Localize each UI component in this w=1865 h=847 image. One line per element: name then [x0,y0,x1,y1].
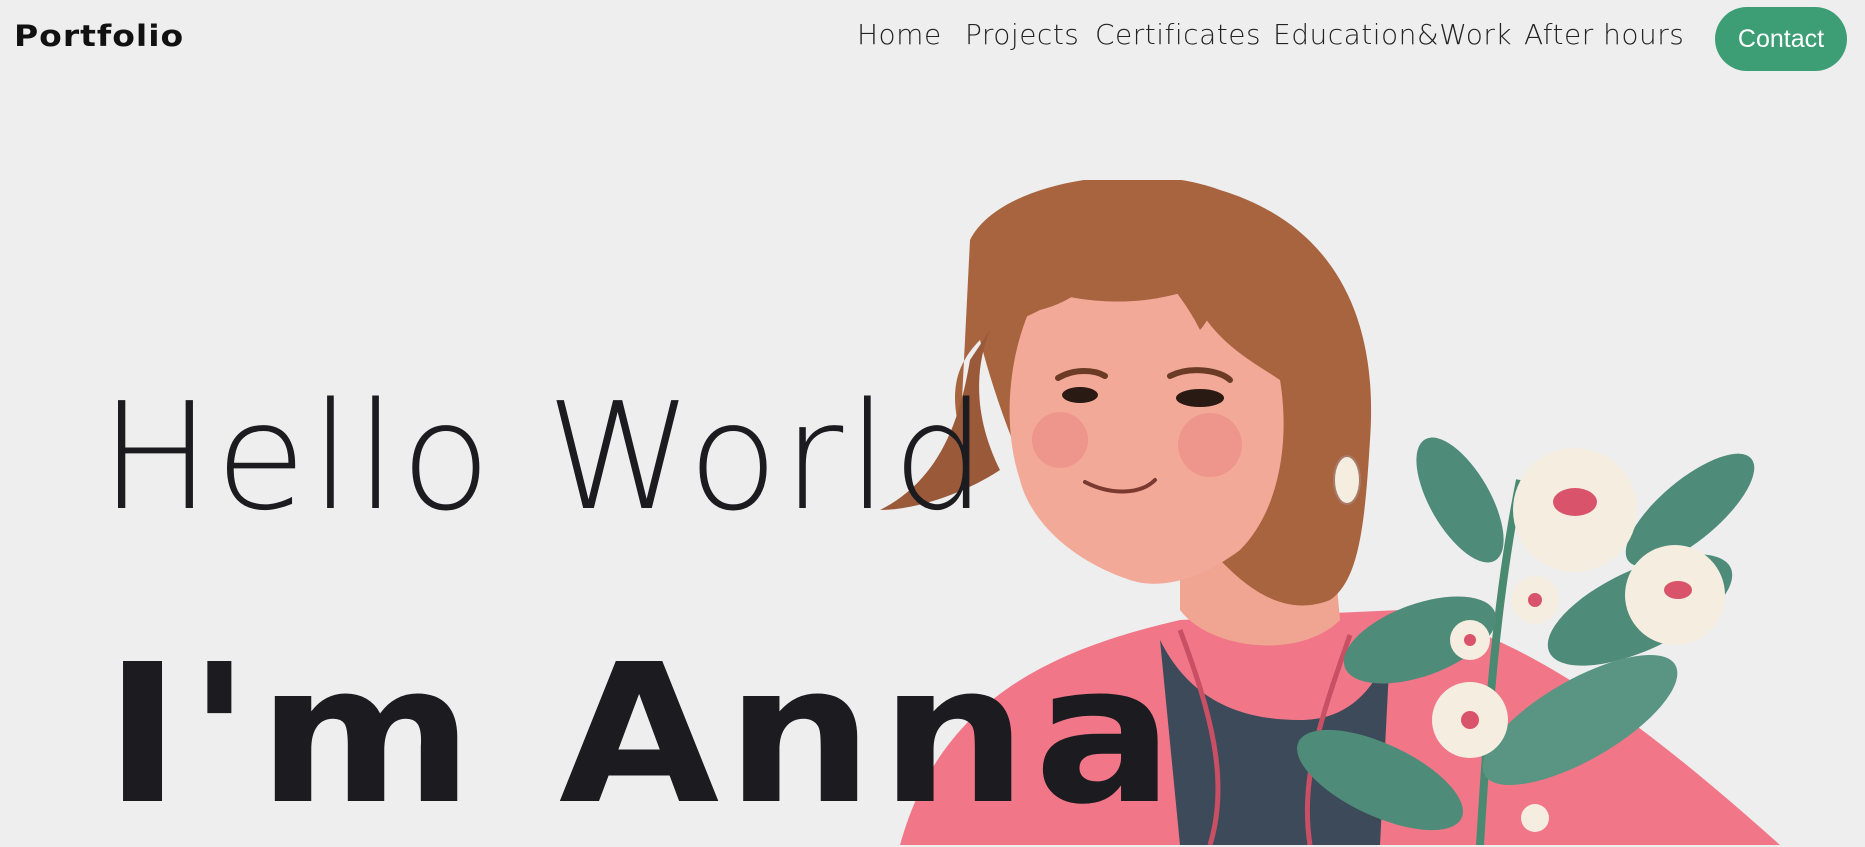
navbar: Portfolio Home Projects Certificates Edu… [0,0,1865,80]
hero-greeting: Hello World [100,371,991,543]
nav-projects[interactable]: Projects [965,18,1079,51]
nav-home[interactable]: Home [857,18,942,51]
nav-after-hours[interactable]: After hours [1524,18,1684,51]
earring [1333,455,1361,505]
nav-education-work[interactable]: Education&Work [1273,18,1512,51]
flower [1521,804,1549,832]
eye-right [1176,389,1224,407]
eye-left [1062,387,1098,403]
contact-button[interactable]: Contact [1715,7,1847,71]
hero-name: I'm Anna [104,624,1181,847]
logo[interactable]: Portfolio [14,18,184,53]
nav-certificates[interactable]: Certificates [1095,18,1261,51]
